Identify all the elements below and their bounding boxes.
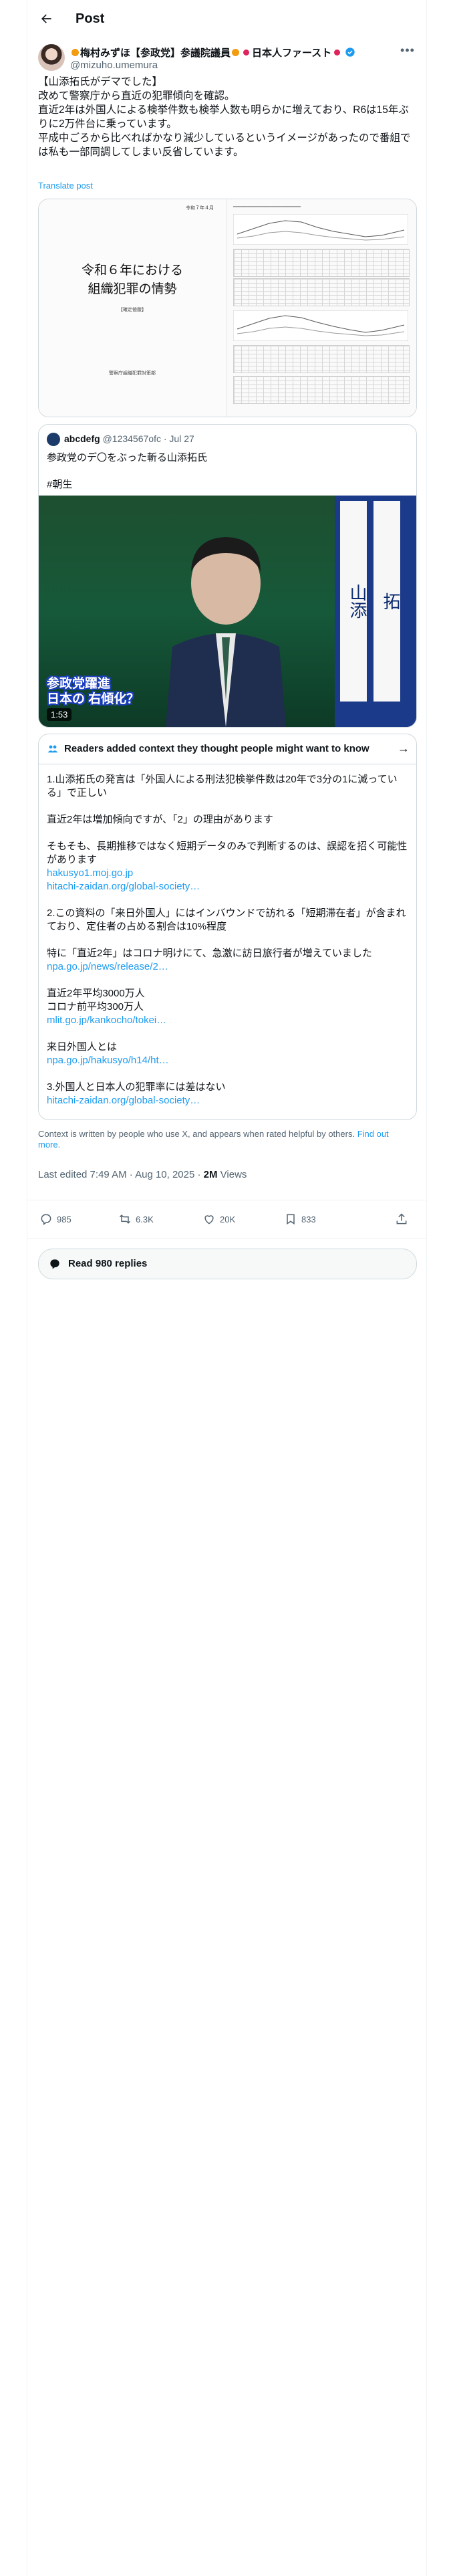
quoted-author-handle[interactable]: @1234567ofc [103,433,161,444]
notes-disclaimer: Context is written by people who use X, … [38,1129,389,1150]
line-chart-graphic [233,310,408,341]
orange-dot-emoji-icon [71,48,79,56]
note-link[interactable]: hakusyo1.moj.go.jp [47,867,408,880]
bookmark-button[interactable]: 833 [284,1212,316,1226]
post-images[interactable]: 令和７年４月 令和６年における 組織犯罪の情勢 【確定値版】 警察庁組織犯罪対策… [38,199,417,417]
translate-post-link[interactable]: Translate post [38,181,93,191]
quoted-author-row: abcdefg @1234567ofc · Jul 27 [64,433,194,444]
red-dot-emoji-icon [243,49,250,56]
read-replies-label: Read 980 replies [68,1258,148,1269]
video-caption: 参政党躍進 日本の 右傾化？ [47,677,140,706]
orange-dot-emoji-icon [232,48,240,56]
heart-icon [204,1215,214,1224]
bookmark-icon [287,1214,295,1225]
note-paragraph: 特に「直近2年」はコロナ明けにて、急激に訪日旅行者が増えていました npa.go.… [47,947,408,974]
community-notes-header[interactable]: Readers added context they thought peopl… [39,734,416,764]
bookmark-count: 833 [301,1214,316,1224]
post-timestamp: Last edited 7:49 AM · Aug 10, 2025 · 2M … [38,1169,247,1180]
top-bar: Post [27,0,426,37]
arrow-right-icon[interactable]: → [398,742,410,756]
author-name[interactable]: 梅村みずほ【参政党】参議院議員 日本人ファースト [70,45,355,59]
line-chart-graphic [233,214,408,245]
community-note-text: 1.山添拓氏の発言は「外国人による刑法犯検挙件数は20年で3分の1に減っている」… [47,773,408,1119]
post-text: 【山添拓氏がデマでした】 改めて警察庁から直近の犯罪傾向を確認。 直近2年は外国… [38,76,411,158]
quoted-post-text: 参政党のデ〇をぶった斬る山添拓氏 #朝生 [47,452,208,490]
like-button[interactable]: 20K [202,1212,235,1226]
views-label: Views [217,1169,247,1180]
stats-table-graphic [233,249,410,277]
repost-button[interactable]: 6.3K [118,1212,154,1226]
note-paragraph: 直近2年は増加傾向ですが、「2」の理由があります [47,814,273,825]
author-handle[interactable]: @mizuho.umemura [70,60,158,71]
quoted-post-date: · Jul 27 [163,433,194,444]
quoted-author-avatar[interactable] [47,433,60,446]
view-count: 2M [203,1169,218,1180]
more-options-button[interactable]: ••• [400,43,416,59]
share-button[interactable] [395,1212,412,1226]
community-notes-icon [47,745,58,753]
reply-icon [50,1259,59,1269]
name-sign-1: 山添 [340,501,367,702]
red-dot-emoji-icon [334,49,341,56]
doc-date: 令和７年４月 [186,206,214,211]
community-notes-box[interactable]: Readers added context they thought peopl… [38,734,417,1120]
back-button[interactable] [35,8,57,29]
doc-title: 令和６年における 組織犯罪の情勢 [81,263,183,296]
verified-badge-icon [345,47,355,57]
note-paragraph: 3.外国人と日本人の犯罪率には差はない hitachi-zaidan.org/gl… [47,1081,408,1107]
document-cover-image[interactable]: 令和７年４月 令和６年における 組織犯罪の情勢 【確定値版】 警察庁組織犯罪対策… [39,199,227,417]
author-name-suffix: 日本人ファースト [252,47,332,59]
speaker-figure-graphic [166,537,286,727]
stats-table-graphic [233,345,410,373]
share-icon [396,1213,407,1224]
stats-table-graphic [233,376,410,404]
note-paragraph: 2.この資料の「来日外国人」にはインバウンドで訪れる「短期滞在者」が含まれており… [47,907,406,932]
note-paragraph: 直近2年平均3000万人 コロナ前平均300万人 mlit.go.jp/kanko… [47,987,408,1027]
note-paragraph: 1.山添拓氏の発言は「外国人による刑法犯検挙件数は20年で3分の1に減っている」… [47,774,398,798]
page-title: Post [76,11,105,26]
note-link[interactable]: npa.go.jp/hakusyo/h14/ht… [47,1054,408,1067]
repost-icon [119,1214,131,1224]
stats-table-graphic [233,278,410,306]
note-link[interactable]: hitachi-zaidan.org/global-society… [47,880,408,893]
doc-footer: 警察庁組織犯罪対策部 [109,371,156,376]
author-avatar[interactable] [38,44,65,71]
like-count: 20K [220,1214,236,1224]
reply-count: 985 [57,1214,71,1224]
video-player[interactable]: 山添 拓 参政党躍進 日本の 右傾化？ 1:53 [39,496,416,727]
repost-count: 6.3K [136,1214,154,1224]
reply-button[interactable]: 985 [39,1212,71,1226]
timestamp-link[interactable]: Last edited 7:49 AM · Aug 10, 2025 · [38,1169,204,1180]
quoted-author-name[interactable]: abcdefg [64,433,100,444]
note-link[interactable]: mlit.go.jp/kankocho/tokei… [47,1014,408,1027]
name-sign-2: 拓 [373,501,400,702]
note-link[interactable]: npa.go.jp/news/release/2… [47,960,408,974]
doc-subtitle: 【確定値版】 [118,308,146,312]
action-bar: 985 6.3K 20K 833 [27,1200,426,1239]
reply-icon [41,1214,51,1225]
stats-caption: ━━━━━━━━━━━━━━━━━━━━━━━━━━━━ [233,205,301,209]
note-paragraph: そもそも、長期推移ではなく短期データのみで判断するのは、誤認を招く可能性がありま… [47,841,408,893]
main-column: Post 梅村みずほ【参政党】参議院議員 日本人ファースト @mizuho.um… [27,0,427,2576]
author-name-prefix: 梅村みずほ【参政党】参議院議員 [80,47,231,59]
quoted-post[interactable]: abcdefg @1234567ofc · Jul 27 参政党のデ〇をぶった斬… [38,424,417,728]
read-replies-button[interactable]: Read 980 replies [38,1249,417,1279]
statistics-page-image[interactable]: ━━━━━━━━━━━━━━━━━━━━━━━━━━━━ [227,199,416,417]
note-link[interactable]: hitachi-zaidan.org/global-society… [47,1094,408,1107]
community-notes-title: Readers added context they thought peopl… [64,743,369,754]
name-banner: 山添 拓 [335,496,416,727]
arrow-left-icon [41,14,51,23]
video-duration: 1:53 [47,708,72,721]
note-paragraph: 来日外国人とは npa.go.jp/hakusyo/h14/ht… [47,1041,408,1067]
more-horizontal-icon: ••• [400,43,415,57]
